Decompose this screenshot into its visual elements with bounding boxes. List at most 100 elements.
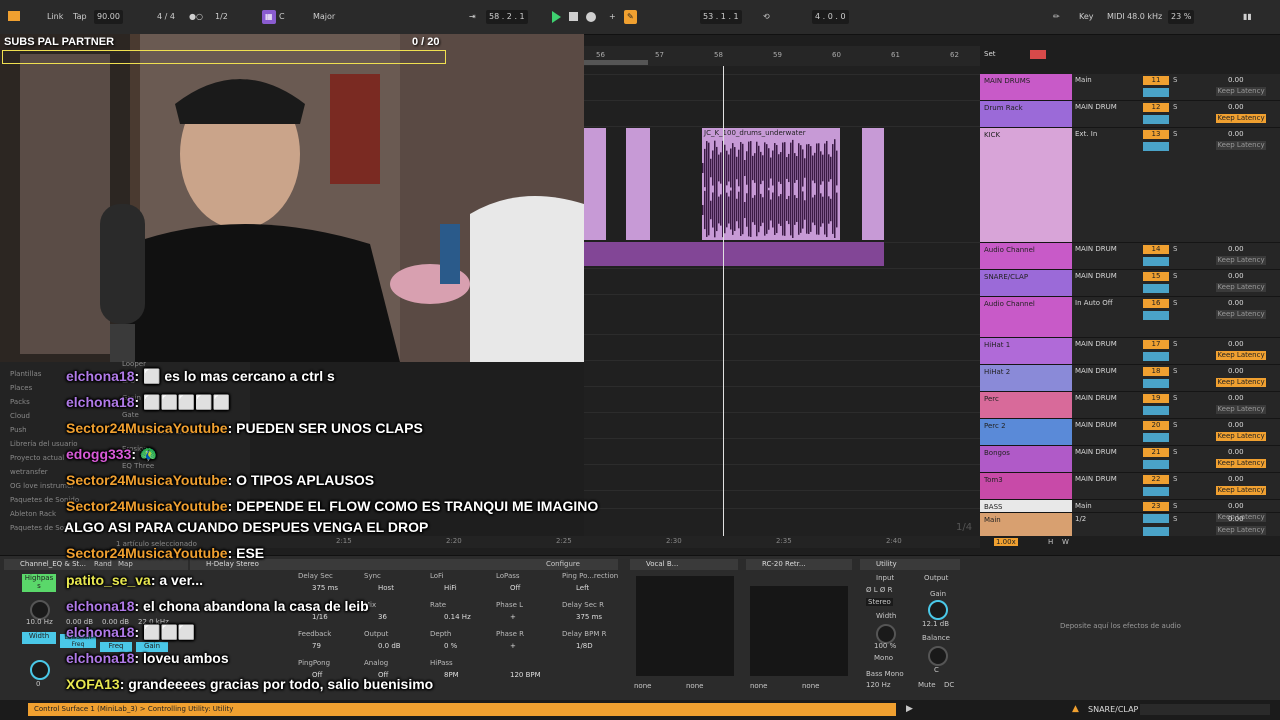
track-pan[interactable] <box>1143 527 1169 536</box>
track-number[interactable]: 20 <box>1143 421 1169 430</box>
follow-icon[interactable]: ⇥ <box>466 10 479 24</box>
menu-icon[interactable] <box>8 11 20 21</box>
track-number[interactable]: 13 <box>1143 130 1169 139</box>
solo-button[interactable]: S <box>1173 475 1177 483</box>
track-number[interactable]: 15 <box>1143 272 1169 281</box>
track-number[interactable]: 12 <box>1143 103 1169 112</box>
track-routing[interactable]: MAIN DRUM <box>1075 272 1117 280</box>
key-map-button[interactable]: Key <box>1076 10 1097 24</box>
solo-button[interactable]: S <box>1173 421 1177 429</box>
loop-start[interactable]: 53 . 1 . 1 <box>700 10 742 24</box>
track-name[interactable]: MAIN DRUMS <box>980 74 1072 100</box>
track-number[interactable]: 16 <box>1143 299 1169 308</box>
tempo-field[interactable]: 90.00 <box>94 10 123 24</box>
browser-item[interactable]: Push <box>10 426 27 434</box>
solo-button[interactable]: S <box>1173 448 1177 456</box>
status-arrow-icon[interactable]: ▶ <box>906 704 913 714</box>
track-routing[interactable]: 1/2 <box>1075 515 1086 523</box>
solo-button[interactable]: S <box>1173 76 1177 84</box>
midi-clip-row[interactable] <box>584 242 884 266</box>
track-name[interactable]: Bongos <box>980 446 1072 472</box>
keep-latency-toggle[interactable]: Keep Latency <box>1216 432 1266 441</box>
track-routing[interactable]: MAIN DRUM <box>1075 245 1117 253</box>
utility-balance-knob[interactable] <box>928 646 948 666</box>
delay-param-value[interactable]: HiFi <box>444 584 457 592</box>
browser-item[interactable]: Packs <box>10 398 30 406</box>
delay-param-value[interactable]: + <box>510 613 516 621</box>
track-volume[interactable]: 0.00 <box>1228 394 1244 402</box>
track-number[interactable]: 22 <box>1143 475 1169 484</box>
track-name[interactable]: Perc <box>980 392 1072 418</box>
utility-mute-button[interactable]: Mute <box>918 681 936 689</box>
utility-phase[interactable]: Ø L Ø R <box>866 586 892 594</box>
track-volume[interactable]: 0.00 <box>1228 502 1244 510</box>
fold-icon[interactable] <box>1030 50 1046 59</box>
solo-button[interactable]: S <box>1173 272 1177 280</box>
song-position[interactable]: 58 . 2 . 1 <box>486 10 528 24</box>
eq-highpass-button[interactable]: Highpas s <box>22 574 56 592</box>
track-name[interactable]: KICK <box>980 128 1072 242</box>
eq-width-knob[interactable] <box>30 660 50 680</box>
track-name[interactable]: HiHat 1 <box>980 338 1072 364</box>
device-title-utility[interactable]: Utility <box>860 559 960 570</box>
utility-width-knob[interactable] <box>876 624 896 644</box>
track-name[interactable]: BASS <box>980 500 1072 512</box>
utility-dc-button[interactable]: DC <box>944 681 954 689</box>
track-row[interactable]: Audio Channel In Auto Off 16 S 0.00 Keep Late… <box>980 297 1280 338</box>
delay-param-value[interactable]: 0.14 Hz <box>444 613 471 621</box>
browser-item[interactable]: Ableton Rack <box>10 510 56 518</box>
keep-latency-toggle[interactable]: Keep Latency <box>1216 486 1266 495</box>
arrangement-ruler[interactable]: 56 57 58 59 60 61 62 <box>584 46 980 67</box>
track-row[interactable]: Drum Rack MAIN DRUM 12 S 0.00 Keep Latency <box>980 101 1280 128</box>
track-number[interactable]: 21 <box>1143 448 1169 457</box>
track-volume[interactable]: 0.00 <box>1228 340 1244 348</box>
keep-latency-toggle[interactable]: Keep Latency <box>1216 114 1266 123</box>
track-pan[interactable] <box>1143 311 1169 320</box>
track-routing[interactable]: In Auto Off <box>1075 299 1113 307</box>
solo-button[interactable]: S <box>1173 394 1177 402</box>
track-name[interactable]: Audio Channel <box>980 297 1072 337</box>
configure-button[interactable]: Configure <box>546 560 580 568</box>
track-row[interactable]: Bongos MAIN DRUM 21 S 0.00 Keep Latency <box>980 446 1280 473</box>
track-volume[interactable]: 0.00 <box>1228 76 1244 84</box>
browser-item[interactable]: Plantillas <box>10 370 41 378</box>
browser-device[interactable]: Gate <box>122 411 139 419</box>
utility-gain-knob[interactable] <box>928 600 948 620</box>
browser-item[interactable]: Places <box>10 384 32 392</box>
stop-icon[interactable] <box>569 12 578 21</box>
track-number[interactable]: 23 <box>1143 502 1169 511</box>
arrangement-view[interactable]: JC_K_100_drums_underwater 1/4 <box>584 66 980 536</box>
utility-bass-mono-button[interactable]: Bass Mono <box>866 670 904 678</box>
loop-length[interactable]: 4 . 0 . 0 <box>812 10 849 24</box>
play-icon[interactable] <box>552 11 561 23</box>
solo-button[interactable]: S <box>1173 103 1177 111</box>
track-name[interactable]: Drum Rack <box>980 101 1072 127</box>
track-volume[interactable]: 0.00 <box>1228 299 1244 307</box>
delay-param-value[interactable]: 120 BPM <box>510 671 541 679</box>
track-row[interactable]: Audio Channel MAIN DRUM 14 S 0.00 Keep Latenc… <box>980 243 1280 270</box>
vocal-select[interactable]: none <box>634 682 651 690</box>
utility-bass-freq[interactable]: 120 Hz <box>866 681 891 689</box>
map-button[interactable]: Map <box>118 560 133 568</box>
height-button[interactable]: H <box>1048 538 1053 546</box>
delay-param-value[interactable]: 1/8D <box>576 642 593 650</box>
solo-button[interactable]: S <box>1173 299 1177 307</box>
track-volume[interactable]: 0.00 <box>1228 515 1244 523</box>
delay-param-value[interactable]: Host <box>378 584 394 592</box>
track-row[interactable]: Main 1/2 S 0.00 Keep Latency <box>980 513 1280 538</box>
track-number[interactable]: 11 <box>1143 76 1169 85</box>
track-routing[interactable]: Main <box>1075 502 1092 510</box>
rc20-select[interactable]: none <box>750 682 767 690</box>
track-routing[interactable]: MAIN DRUM <box>1075 367 1117 375</box>
track-pan[interactable] <box>1143 284 1169 293</box>
keep-latency-toggle[interactable]: Keep Latency <box>1216 283 1266 292</box>
drop-zone-hint[interactable]: Deposite aquí los efectos de audio <box>1060 622 1181 630</box>
browser-item[interactable]: wetransfer <box>10 468 48 476</box>
browser-device[interactable]: Looper <box>122 360 146 368</box>
track-number[interactable]: 19 <box>1143 394 1169 403</box>
track-volume[interactable]: 0.00 <box>1228 103 1244 111</box>
track-volume[interactable]: 0.00 <box>1228 475 1244 483</box>
clip[interactable] <box>862 128 884 240</box>
track-name[interactable]: Main <box>980 513 1072 537</box>
track-routing[interactable]: MAIN DRUM <box>1075 340 1117 348</box>
